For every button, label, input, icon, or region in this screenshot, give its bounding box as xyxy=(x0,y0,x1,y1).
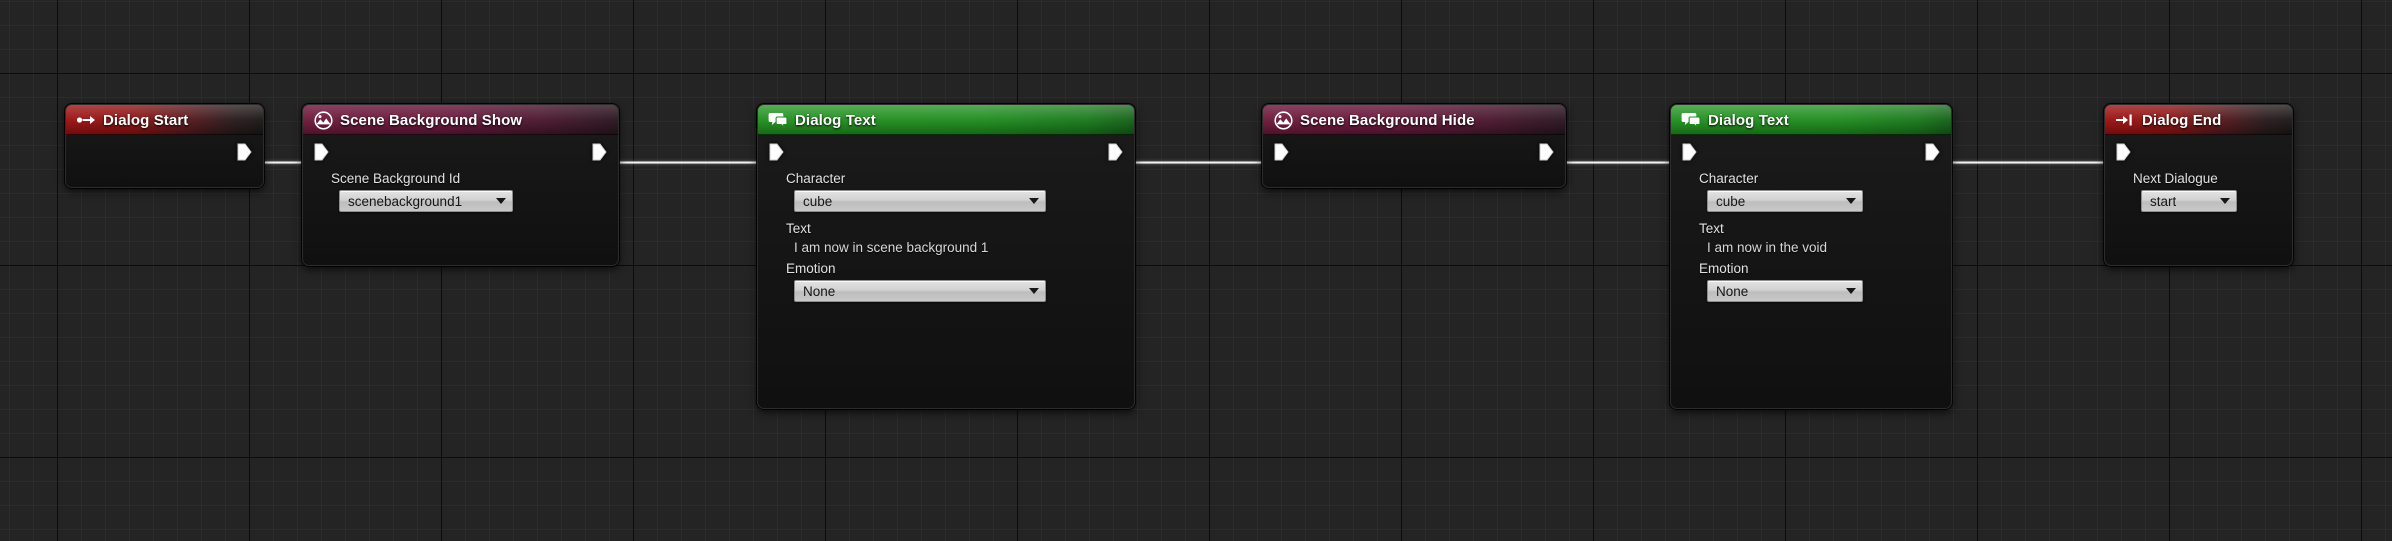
exec-wire-text2-to-end[interactable] xyxy=(1950,161,2118,164)
node-dialog-start[interactable]: Dialog Start xyxy=(65,104,264,188)
node-content: Next Dialogue start xyxy=(2105,135,2292,212)
scene-background-id-dropdown[interactable]: scenebackground1 xyxy=(339,190,513,212)
chevron-down-icon xyxy=(1029,288,1039,294)
node-scene-background-hide[interactable]: Scene Background Hide xyxy=(1262,104,1566,188)
node-titlebar[interactable]: Dialog Text xyxy=(758,105,1134,135)
exec-input-pin[interactable] xyxy=(314,143,329,161)
exec-wire-bg-hide-to-text2[interactable] xyxy=(1564,161,1684,164)
node-body: Scene Background Hide xyxy=(1262,104,1566,188)
pin-row xyxy=(2105,135,2292,169)
node-title-label: Dialog Text xyxy=(795,111,876,129)
exec-wire-text1-to-bg-hide[interactable] xyxy=(1133,161,1276,164)
node-titlebar[interactable]: Scene Background Hide xyxy=(1263,105,1565,135)
node-scene-background-show[interactable]: Scene Background Show Scene Background I… xyxy=(302,104,619,266)
dropdown-value: None xyxy=(1716,283,1749,299)
next-dialogue-dropdown[interactable]: start xyxy=(2141,190,2237,212)
node-title-label: Dialog End xyxy=(2142,111,2222,129)
pin-row xyxy=(1263,135,1565,169)
node-content xyxy=(1263,135,1565,169)
pin-row xyxy=(66,135,263,169)
node-title-label: Scene Background Show xyxy=(340,111,523,129)
exec-output-pin[interactable] xyxy=(237,143,252,161)
node-titlebar[interactable]: Scene Background Show xyxy=(303,105,618,135)
chevron-down-icon xyxy=(496,198,506,204)
exec-output-pin[interactable] xyxy=(1925,143,1940,161)
text-field-value[interactable]: I am now in the void xyxy=(1671,239,1951,259)
exec-output-pin[interactable] xyxy=(1108,143,1123,161)
blueprint-graph-canvas[interactable]: Dialog Start Scene Background Show Scene… xyxy=(0,0,2392,541)
chevron-down-icon xyxy=(2220,198,2230,204)
node-dialog-text-2[interactable]: Dialog Text Character cube Text I am now… xyxy=(1670,104,1952,409)
dialog-end-icon xyxy=(2115,110,2135,130)
pin-row xyxy=(758,135,1134,169)
exec-wire-bg-show-to-text1[interactable] xyxy=(617,161,771,164)
node-body: Dialog Text Character cube Text I am now… xyxy=(757,104,1135,409)
chevron-down-icon xyxy=(1846,198,1856,204)
node-dialog-text-1[interactable]: Dialog Text Character cube Text I am now… xyxy=(757,104,1135,409)
exec-input-pin[interactable] xyxy=(1274,143,1289,161)
dropdown-value: cube xyxy=(1716,193,1746,209)
text-field-value[interactable]: I am now in scene background 1 xyxy=(758,239,1134,259)
node-dialog-end[interactable]: Dialog End Next Dialogue start xyxy=(2104,104,2293,266)
chevron-down-icon xyxy=(1846,288,1856,294)
pin-row xyxy=(303,135,618,169)
node-content: Character cube Text I am now in the void… xyxy=(1671,135,1951,302)
property-label-text: Text xyxy=(786,221,811,236)
node-titlebar[interactable]: Dialog End xyxy=(2105,105,2292,135)
pin-row xyxy=(1671,135,1951,169)
character-dropdown[interactable]: cube xyxy=(794,190,1046,212)
character-dropdown[interactable]: cube xyxy=(1707,190,1863,212)
exec-input-pin[interactable] xyxy=(1682,143,1697,161)
property-label-next-dialogue: Next Dialogue xyxy=(2133,171,2218,186)
node-content xyxy=(66,135,263,169)
node-titlebar[interactable]: Dialog Text xyxy=(1671,105,1951,135)
emotion-dropdown[interactable]: None xyxy=(1707,280,1863,302)
dropdown-value: scenebackground1 xyxy=(348,193,463,209)
scene-background-icon xyxy=(1273,110,1293,130)
node-body: Dialog Start xyxy=(65,104,264,188)
exec-output-pin[interactable] xyxy=(1539,143,1554,161)
node-body: Dialog Text Character cube Text I am now… xyxy=(1670,104,1952,409)
node-body: Dialog End Next Dialogue start xyxy=(2104,104,2293,266)
chevron-down-icon xyxy=(1029,198,1039,204)
property-label-emotion: Emotion xyxy=(1699,261,1749,276)
dialog-text-icon xyxy=(1681,110,1701,130)
node-content: Scene Background Id scenebackground1 xyxy=(303,135,618,212)
node-title-label: Dialog Text xyxy=(1708,111,1789,129)
dropdown-value: None xyxy=(803,283,836,299)
emotion-dropdown[interactable]: None xyxy=(794,280,1046,302)
property-label-scene-background-id: Scene Background Id xyxy=(331,171,461,186)
property-label-text: Text xyxy=(1699,221,1724,236)
property-label-character: Character xyxy=(786,171,846,186)
dialog-start-icon xyxy=(76,110,96,130)
node-title-label: Scene Background Hide xyxy=(1300,111,1475,129)
exec-input-pin[interactable] xyxy=(2116,143,2131,161)
dropdown-value: cube xyxy=(803,193,833,209)
dropdown-value: start xyxy=(2150,193,2177,209)
node-titlebar[interactable]: Dialog Start xyxy=(66,105,263,135)
scene-background-icon xyxy=(313,110,333,130)
property-label-emotion: Emotion xyxy=(786,261,836,276)
dialog-text-icon xyxy=(768,110,788,130)
node-content: Character cube Text I am now in scene ba… xyxy=(758,135,1134,302)
node-title-label: Dialog Start xyxy=(103,111,189,129)
property-label-character: Character xyxy=(1699,171,1759,186)
exec-input-pin[interactable] xyxy=(769,143,784,161)
exec-output-pin[interactable] xyxy=(592,143,607,161)
node-body: Scene Background Show Scene Background I… xyxy=(302,104,619,266)
